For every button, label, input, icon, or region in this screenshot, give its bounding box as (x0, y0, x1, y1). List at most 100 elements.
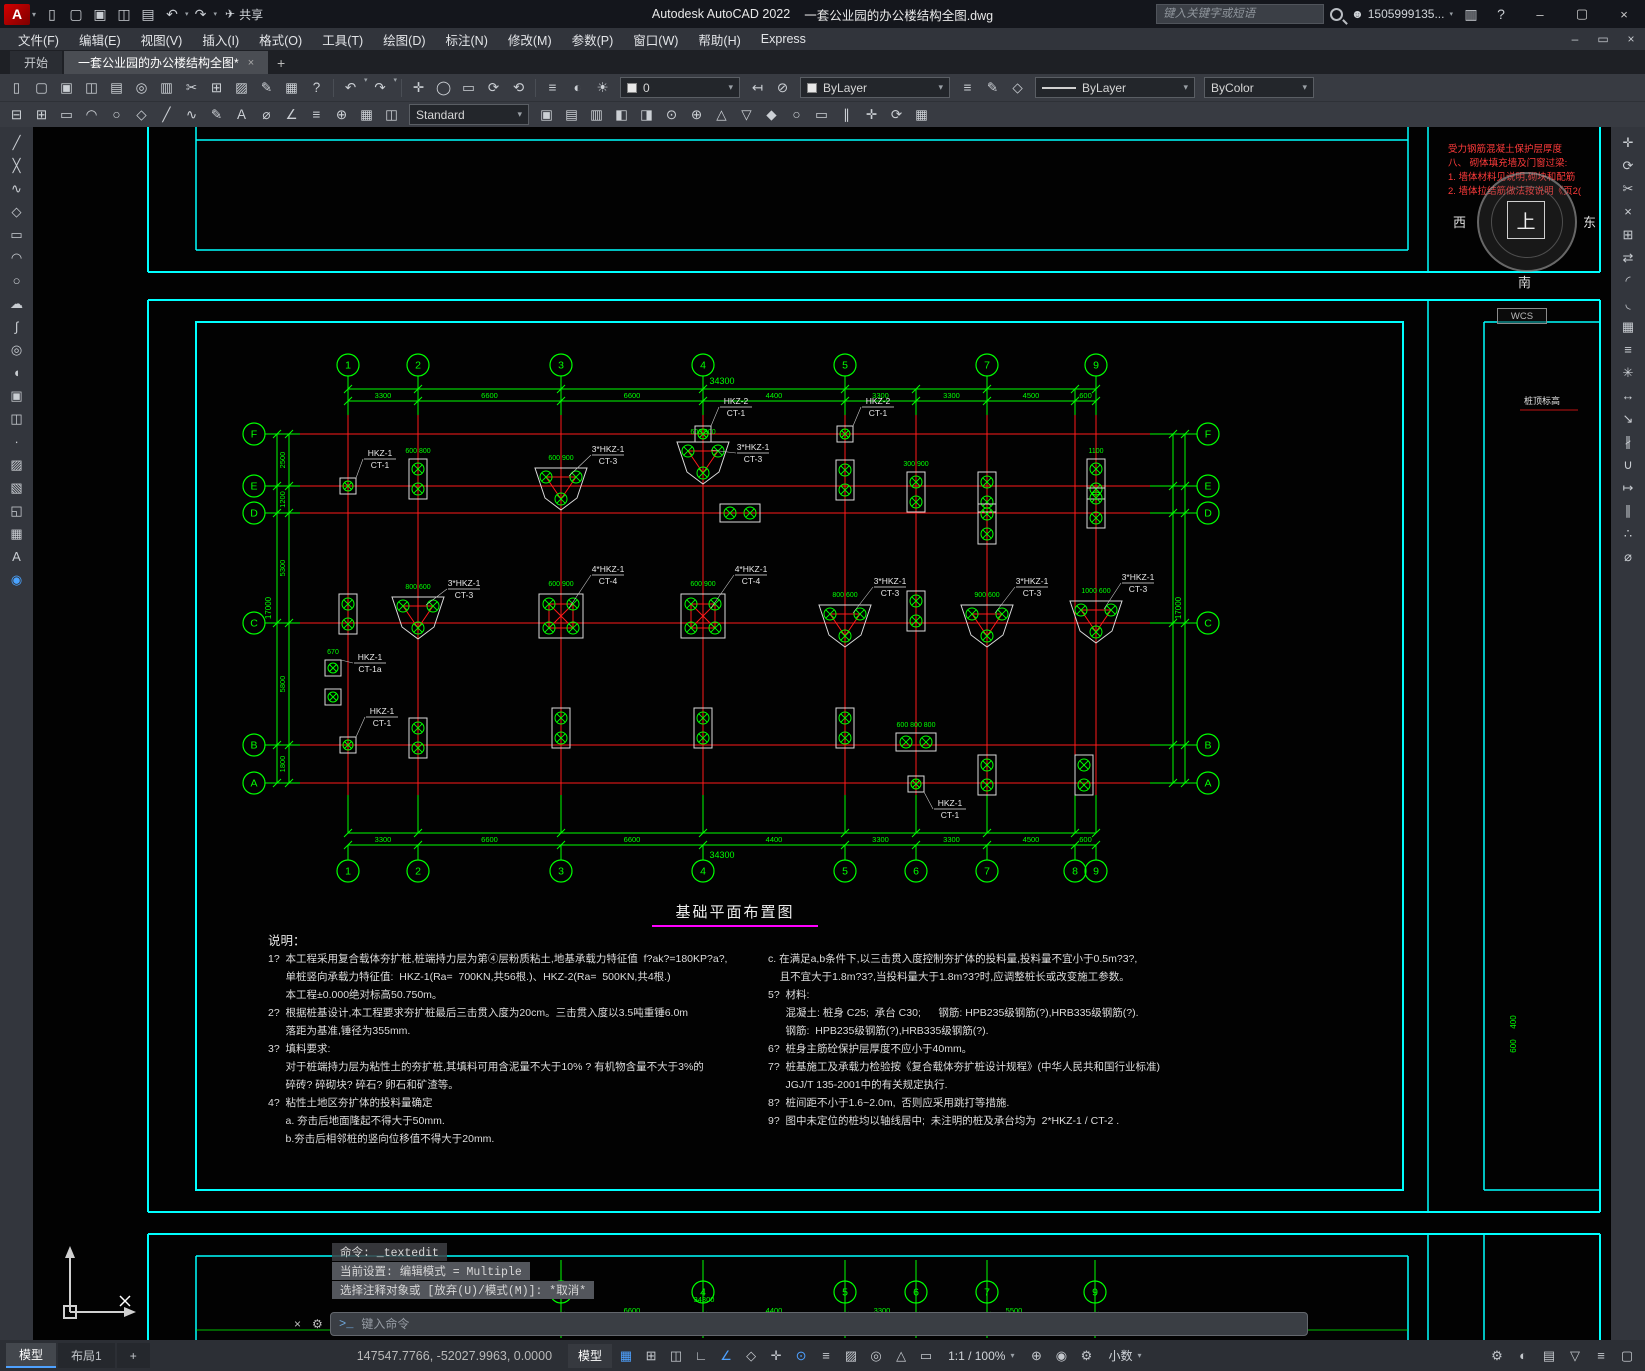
model-space-button[interactable]: 模型 (568, 1343, 613, 1368)
customize-command-icon[interactable]: ⚙ (312, 1317, 323, 1331)
selection-cycling-icon[interactable]: ◎ (864, 1344, 888, 1368)
tab-drawing[interactable]: 一套公业园的办公楼结构全图* × (64, 51, 269, 74)
app-logo-icon[interactable]: A (4, 3, 30, 25)
maximize-button[interactable]: ▢ (1561, 0, 1603, 28)
search-icon[interactable] (1330, 7, 1344, 21)
zoom-realtime-icon[interactable]: ◯ (431, 76, 456, 99)
saveas-icon[interactable]: ◫ (112, 3, 136, 25)
copy-clip-icon[interactable]: ⊞ (204, 76, 229, 99)
layer-properties-icon[interactable]: ≡ (540, 76, 565, 99)
make-block-icon[interactable]: ◫ (4, 408, 30, 429)
layout1-tab[interactable]: 布局1 (58, 1343, 115, 1368)
new-layout-button[interactable]: + (116, 1343, 150, 1368)
minimize-button[interactable]: – (1519, 0, 1561, 28)
line-icon[interactable]: ╱ (4, 132, 30, 153)
arrow-style-icon[interactable]: ▽ (734, 103, 759, 126)
cut-icon[interactable]: ✂ (179, 76, 204, 99)
rotate-tool-icon[interactable]: ⟳ (884, 103, 909, 126)
object-color-control[interactable]: ByLayer ▾ (800, 77, 951, 98)
help-icon[interactable]: ? (304, 76, 329, 99)
infer-constraints-icon[interactable]: ◫ (664, 1344, 688, 1368)
grid-icon[interactable]: ▦ (614, 1344, 638, 1368)
array-tool-icon[interactable]: ▦ (909, 103, 934, 126)
arc-tool-icon[interactable]: ◠ (79, 103, 104, 126)
ucs-icon[interactable]: ⊞ (29, 103, 54, 126)
diameter-dim-icon[interactable]: ⌀ (254, 103, 279, 126)
menu-Express[interactable]: Express (751, 28, 816, 50)
sheet-set-icon[interactable]: ▦ (279, 76, 304, 99)
command-input[interactable] (361, 1317, 1299, 1331)
graphics-performance-icon[interactable]: ▤ (1537, 1344, 1561, 1368)
polyline-icon[interactable]: ∿ (4, 178, 30, 199)
lengthen-icon[interactable]: ↦ (1615, 477, 1641, 498)
navigation-compass[interactable]: 上 西 东 南 (1453, 170, 1605, 292)
close-tab-icon[interactable]: × (248, 57, 254, 69)
clean-screen-icon[interactable]: ▢ (1615, 1344, 1639, 1368)
radius-dim-icon[interactable]: ▥ (584, 103, 609, 126)
doc-restore-button[interactable]: ▭ (1589, 32, 1617, 46)
model-tab[interactable]: 模型 (6, 1343, 57, 1368)
baseline-dim-icon[interactable]: ◧ (609, 103, 634, 126)
undo-icon[interactable]: ↶ (338, 76, 363, 99)
dynamic-ucs-icon[interactable]: △ (889, 1344, 913, 1368)
rectangle-tool-icon[interactable]: ▭ (54, 103, 79, 126)
align-icon[interactable]: ∥ (1615, 500, 1641, 521)
menu-视图V[interactable]: 视图(V) (131, 28, 193, 50)
annotation-scale-control[interactable]: 1:1 / 100% ▾ (940, 1344, 1022, 1368)
layer-light-icon[interactable]: ☀ (590, 76, 615, 99)
table-style-icon[interactable]: ▦ (354, 103, 379, 126)
paste-icon[interactable]: ▨ (229, 76, 254, 99)
stretch-icon[interactable]: ↔ (1615, 385, 1641, 406)
units-control[interactable]: 小数 ▾ (1100, 1344, 1149, 1368)
workspace-icon[interactable]: ⊟ (4, 103, 29, 126)
center-mark-icon[interactable]: ⊕ (329, 103, 354, 126)
menu-插入I[interactable]: 插入(I) (192, 28, 249, 50)
save-icon[interactable]: ▣ (88, 3, 112, 25)
tolerance-icon[interactable]: ⊕ (684, 103, 709, 126)
close-button[interactable]: × (1603, 0, 1645, 28)
close-command-icon[interactable]: × (294, 1317, 301, 1331)
transparency-icon[interactable]: ▨ (839, 1344, 863, 1368)
point-icon[interactable]: ∙ (4, 431, 30, 452)
parallel-icon[interactable]: ∥ (834, 103, 859, 126)
annotation-visibility-icon[interactable]: ⊕ (1024, 1344, 1048, 1368)
menu-参数P[interactable]: 参数(P) (562, 28, 624, 50)
polygon-icon[interactable]: ◇ (4, 201, 30, 222)
object-snap-icon[interactable]: ⊙ (789, 1344, 813, 1368)
table-icon[interactable]: ▦ (4, 523, 30, 544)
xline-icon[interactable]: ╳ (4, 155, 30, 176)
block-editor-icon[interactable]: ◫ (379, 103, 404, 126)
compass-east[interactable]: 东 (1583, 212, 1596, 231)
layer-previous-icon[interactable]: ↤ (745, 76, 770, 99)
autoscale-icon[interactable]: ◉ (1049, 1344, 1073, 1368)
chevron-down-icon[interactable]: ▾ (394, 76, 398, 99)
rect-mark-icon[interactable]: ▭ (809, 103, 834, 126)
dynamic-input-icon[interactable]: ▭ (914, 1344, 938, 1368)
explode-icon[interactable]: ✳ (1615, 362, 1641, 383)
menu-文件F[interactable]: 文件(F) (8, 28, 69, 50)
qnew-icon[interactable]: ▯ (40, 3, 64, 25)
mirror-icon[interactable]: ⇄ (1615, 247, 1641, 268)
isodraft-icon[interactable]: ◇ (739, 1344, 763, 1368)
ellipse-arc-icon[interactable]: ◖ (4, 362, 30, 383)
command-input-bar[interactable]: >_ (330, 1312, 1308, 1336)
menu-帮助H[interactable]: 帮助(H) (688, 28, 750, 50)
break-icon[interactable]: ∦ (1615, 431, 1641, 452)
line-tool-icon[interactable]: ╱ (154, 103, 179, 126)
compass-west[interactable]: 西 (1453, 212, 1466, 231)
zoom-window-icon[interactable]: ▭ (456, 76, 481, 99)
plot-icon[interactable]: ▤ (136, 3, 160, 25)
layer-states-icon[interactable]: ◐ (565, 76, 590, 99)
ellipse-icon[interactable]: ◎ (4, 339, 30, 360)
menu-工具T[interactable]: 工具(T) (312, 28, 373, 50)
model-space-canvas[interactable]: 1 1 2 2 3 3 4 4 5 5 6 7 7 8 9 9 F F E E D D C C B B A A 3300 6600 6600… (33, 127, 1611, 1340)
array-icon[interactable]: ▦ (1615, 316, 1641, 337)
linetype-control[interactable]: ByLayer ▾ (1035, 77, 1196, 98)
qnew-icon[interactable]: ▯ (4, 76, 29, 99)
customize-icon[interactable]: ≡ (1589, 1344, 1613, 1368)
erase-icon[interactable]: × (1615, 201, 1641, 222)
diamond-mark-icon[interactable]: ◆ (759, 103, 784, 126)
redo-icon[interactable]: ↷ (189, 3, 213, 25)
angular-dim-icon[interactable]: ∠ (279, 103, 304, 126)
saveas-icon[interactable]: ◫ (79, 76, 104, 99)
